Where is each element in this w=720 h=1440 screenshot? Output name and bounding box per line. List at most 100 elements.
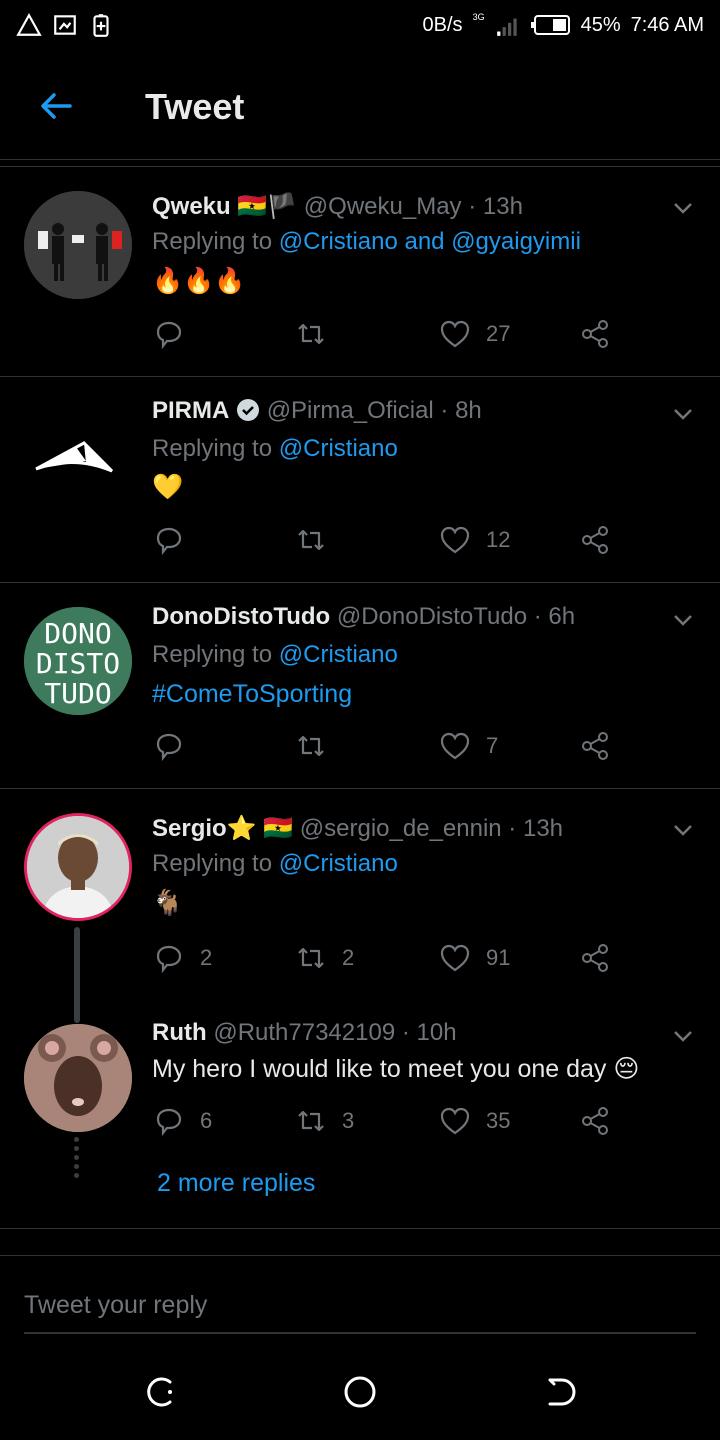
app-header: Tweet bbox=[0, 50, 720, 160]
mention-link[interactable]: @Cristiano bbox=[279, 435, 398, 462]
share-icon bbox=[582, 1107, 608, 1135]
chevron-down-icon[interactable] bbox=[670, 401, 696, 427]
retweet-count: 2 bbox=[342, 945, 355, 970]
share-button[interactable] bbox=[578, 317, 612, 351]
tweet[interactable]: Qweku 🇬🇭🏴 @Qweku_May · 13h Replying to @… bbox=[0, 167, 720, 377]
retweet-icon bbox=[298, 323, 324, 345]
like-count: 91 bbox=[486, 945, 511, 970]
mention-link[interactable]: @Cristiano bbox=[279, 641, 398, 668]
warning-triangle-icon bbox=[16, 13, 42, 36]
like-count: 35 bbox=[486, 1108, 511, 1133]
tweet-actions: 27 bbox=[152, 317, 632, 357]
replying-to: Replying to @Cristiano bbox=[152, 435, 398, 463]
timestamp: 13h bbox=[522, 815, 564, 842]
display-name[interactable]: PIRMA bbox=[152, 397, 229, 424]
reply-count: 2 bbox=[200, 945, 213, 970]
like-button[interactable]: 35 bbox=[438, 1104, 510, 1138]
avatar-text-line: DISTO bbox=[36, 647, 120, 680]
like-button[interactable]: 91 bbox=[438, 941, 510, 975]
chevron-down-icon[interactable] bbox=[670, 195, 696, 221]
battery-saver-icon bbox=[93, 14, 109, 37]
recent-apps-icon[interactable] bbox=[142, 1374, 178, 1410]
like-button[interactable]: 12 bbox=[438, 523, 510, 557]
handle[interactable]: @Pirma_Oficial bbox=[267, 397, 434, 424]
share-icon bbox=[582, 944, 608, 972]
mention-link[interactable]: @Cristiano bbox=[279, 850, 398, 877]
hashtag-link[interactable]: #ComeToSporting bbox=[152, 680, 352, 709]
reply-input[interactable] bbox=[24, 1278, 696, 1334]
retweet-button[interactable] bbox=[294, 317, 328, 351]
chevron-down-icon[interactable] bbox=[670, 817, 696, 843]
more-replies-link[interactable]: 2 more replies bbox=[157, 1169, 315, 1198]
reply-button[interactable] bbox=[152, 523, 186, 557]
back-nav-icon[interactable] bbox=[542, 1374, 578, 1410]
share-button[interactable] bbox=[578, 729, 612, 763]
tweet[interactable]: PIRMA @Pirma_Oficial · 8h Replying to @C… bbox=[0, 377, 720, 583]
share-button[interactable] bbox=[578, 523, 612, 557]
retweet-icon bbox=[298, 529, 324, 551]
tweet-actions: 12 bbox=[152, 523, 632, 563]
retweet-button[interactable] bbox=[294, 523, 328, 557]
reply-count: 6 bbox=[200, 1108, 213, 1133]
handle[interactable]: @Qweku_May bbox=[304, 193, 462, 220]
avatar-text-line: DONO bbox=[44, 617, 111, 650]
display-name[interactable]: DonoDistoTudo bbox=[152, 603, 330, 630]
handle[interactable]: @DonoDistoTudo bbox=[337, 603, 527, 630]
home-icon[interactable] bbox=[342, 1374, 378, 1410]
tweet-header: DonoDistoTudo @DonoDistoTudo · 6h bbox=[152, 603, 576, 630]
handle[interactable]: @sergio_de_ennin bbox=[300, 815, 502, 842]
display-name[interactable]: Sergio⭐ 🇬🇭 bbox=[152, 815, 293, 842]
reply-button[interactable] bbox=[152, 317, 186, 351]
clock: 7:46 AM bbox=[630, 13, 704, 36]
share-icon bbox=[582, 732, 608, 760]
timestamp: 10h bbox=[416, 1019, 457, 1046]
avatar[interactable] bbox=[24, 191, 132, 299]
battery-percent: 45% bbox=[580, 13, 621, 36]
tweet-text: 💛 bbox=[152, 473, 184, 501]
reply-button[interactable]: 6 bbox=[152, 1104, 212, 1138]
timestamp: 8h bbox=[455, 397, 482, 424]
reply-button[interactable] bbox=[152, 729, 186, 763]
chevron-down-icon[interactable] bbox=[670, 1023, 696, 1049]
replying-prefix: Replying to bbox=[152, 850, 279, 877]
tweet-header: PIRMA @Pirma_Oficial · 8h bbox=[152, 397, 482, 424]
reply-button[interactable]: 2 bbox=[152, 941, 212, 975]
avatar[interactable]: DONO DISTO TUDO bbox=[24, 607, 132, 715]
like-button[interactable]: 7 bbox=[438, 729, 498, 763]
retweet-button[interactable] bbox=[294, 729, 328, 763]
heart-icon bbox=[440, 320, 470, 348]
like-count: 7 bbox=[486, 733, 499, 758]
back-arrow-icon[interactable] bbox=[36, 86, 76, 126]
network-speed: 0B/s bbox=[422, 13, 463, 36]
signal-icon bbox=[496, 18, 517, 36]
retweet-button[interactable]: 2 bbox=[294, 941, 354, 975]
replying-to: Replying to @Cristiano and @gyaigyimii bbox=[152, 228, 581, 256]
heart-icon bbox=[440, 1107, 470, 1135]
heart-icon bbox=[440, 944, 470, 972]
reply-icon bbox=[156, 733, 182, 762]
thread-connector bbox=[74, 927, 80, 1023]
avatar[interactable] bbox=[24, 813, 132, 921]
network-type: 3G bbox=[472, 12, 485, 22]
display-name[interactable]: Ruth bbox=[152, 1019, 207, 1046]
mention-link[interactable]: @Cristiano and @gyaigyimii bbox=[279, 228, 581, 255]
share-button[interactable] bbox=[578, 1104, 612, 1138]
handle[interactable]: @Ruth77342109 bbox=[213, 1019, 395, 1046]
timestamp: 6h bbox=[548, 603, 576, 630]
like-button[interactable]: 27 bbox=[438, 317, 510, 351]
tweet-text: 🐐 bbox=[152, 889, 184, 917]
reply-icon bbox=[156, 1108, 182, 1137]
screenshot-icon bbox=[54, 15, 76, 35]
display-name[interactable]: Qweku 🇬🇭🏴 bbox=[152, 193, 297, 220]
replying-prefix: Replying to bbox=[152, 228, 279, 255]
tweet[interactable]: DONO DISTO TUDO DonoDistoTudo @DonoDisto… bbox=[0, 583, 720, 789]
share-icon bbox=[582, 320, 608, 348]
share-button[interactable] bbox=[578, 941, 612, 975]
retweet-button[interactable]: 3 bbox=[294, 1104, 354, 1138]
chevron-down-icon[interactable] bbox=[670, 607, 696, 633]
avatar[interactable] bbox=[24, 1024, 132, 1132]
reply-thread: Sergio⭐ 🇬🇭 @sergio_de_ennin · 13h Replyi… bbox=[0, 789, 720, 1229]
avatar[interactable] bbox=[24, 401, 132, 509]
retweet-icon bbox=[298, 735, 324, 757]
page-title: Tweet bbox=[145, 86, 245, 127]
